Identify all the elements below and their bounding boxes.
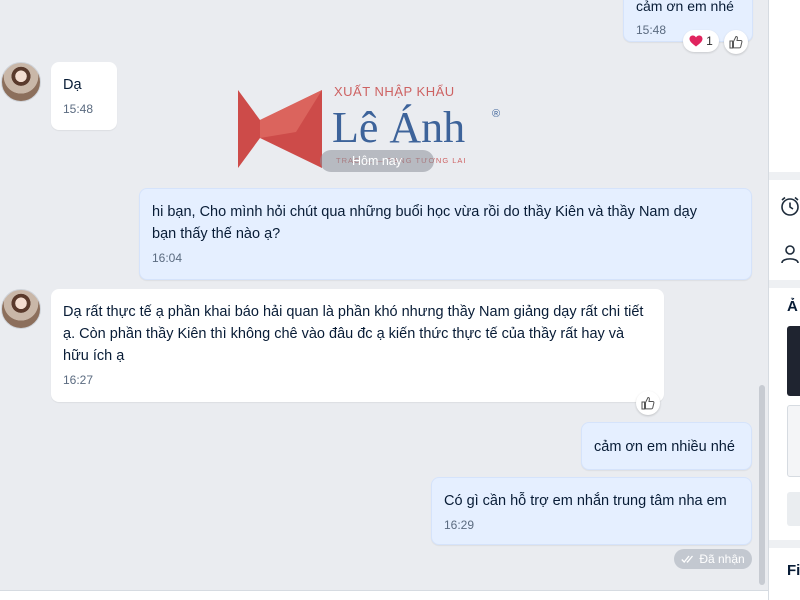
message-text: Có gì cần hỗ trợ em nhắn trung tâm nha e… xyxy=(444,493,727,509)
like-button[interactable] xyxy=(636,391,660,415)
message-time: 16:29 xyxy=(444,518,475,532)
contact-avatar[interactable] xyxy=(1,289,41,329)
media-section-title: Ả xyxy=(787,298,798,315)
message-text: Dạ rất thực tế ạ phần khai báo hải quan … xyxy=(63,304,644,364)
message-time: 16:27 xyxy=(63,373,94,387)
watermark-registered-mark: ® xyxy=(492,108,501,120)
chat-scrollbar-thumb[interactable] xyxy=(759,385,765,585)
panel-divider xyxy=(769,540,800,548)
alarm-clock-icon[interactable] xyxy=(779,195,800,217)
composer-edge xyxy=(0,590,768,600)
message-time: 15:48 xyxy=(63,102,94,116)
thumbs-up-icon xyxy=(729,35,743,49)
like-button[interactable] xyxy=(724,30,748,54)
message-text: cảm ơn em nhé xyxy=(636,0,734,14)
delivery-status-text: Đã nhận xyxy=(699,552,745,566)
media-thumbnail[interactable] xyxy=(787,326,800,396)
panel-divider xyxy=(769,280,800,288)
contact-avatar[interactable] xyxy=(1,62,41,102)
conversation-info-panel: Ả Fil xyxy=(768,0,800,600)
watermark-brand-text: Lê Ánh xyxy=(332,103,466,152)
brand-logo-icon xyxy=(238,90,322,168)
message-bubble-out[interactable]: Có gì cần hỗ trợ em nhắn trung tâm nha e… xyxy=(431,477,752,545)
date-separator: Hôm nay xyxy=(320,150,434,172)
message-text: cảm ơn em nhiều nhé xyxy=(594,439,735,455)
message-bubble-in[interactable]: Dạ 15:48 xyxy=(51,62,117,130)
heart-icon xyxy=(689,35,703,47)
double-check-icon xyxy=(681,555,694,563)
reaction-badge[interactable]: 1 xyxy=(683,30,719,52)
thumbs-up-icon xyxy=(641,396,655,410)
message-bubble-out[interactable]: cảm ơn em nhiều nhé xyxy=(581,422,752,470)
panel-divider xyxy=(769,172,800,180)
files-section-title: Fil xyxy=(787,562,800,579)
message-time: 16:04 xyxy=(152,251,183,265)
message-bubble-in[interactable]: Dạ rất thực tế ạ phần khai báo hải quan … xyxy=(51,289,664,402)
delivery-status-badge: Đã nhận xyxy=(674,549,752,569)
message-text: hi bạn, Cho mình hỏi chút qua những buổi… xyxy=(152,204,697,242)
message-text: Dạ xyxy=(63,77,82,93)
view-all-button[interactable] xyxy=(787,492,800,526)
message-bubble-out[interactable]: hi bạn, Cho mình hỏi chút qua những buổi… xyxy=(139,188,752,280)
media-thumbnail[interactable] xyxy=(787,405,800,477)
reaction-count: 1 xyxy=(706,34,713,48)
chat-area: cảm ơn em nhé 15:48 1 Dạ 15:48 XUẤT NHẬP… xyxy=(0,0,768,600)
user-icon[interactable] xyxy=(779,243,800,265)
watermark-top-text: XUẤT NHẬP KHẨU xyxy=(334,84,455,99)
